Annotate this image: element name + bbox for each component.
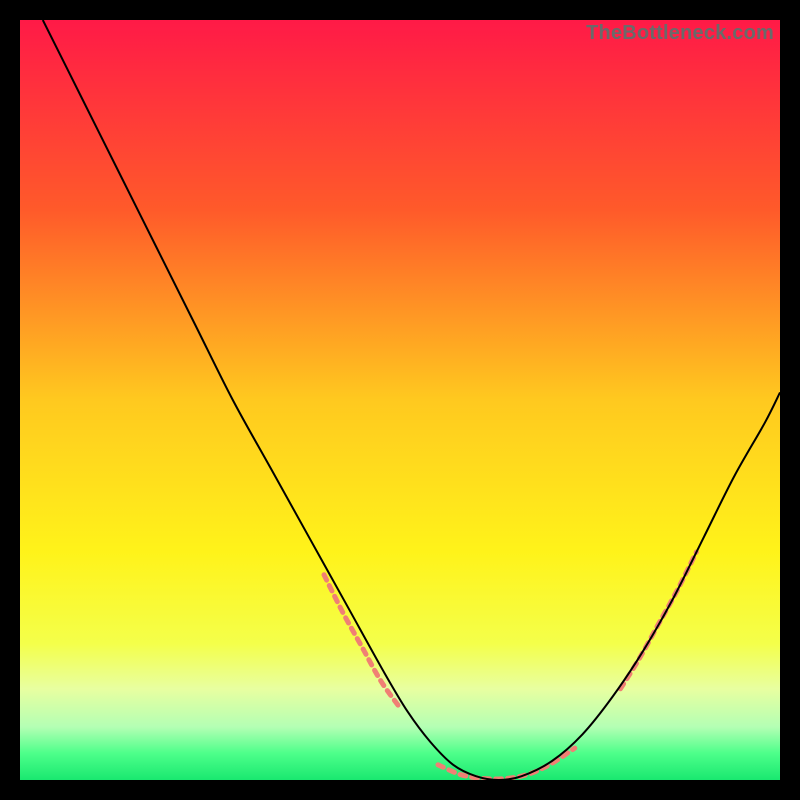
gradient-background	[20, 20, 780, 780]
chart-frame: TheBottleneck.com	[20, 20, 780, 780]
chart-svg	[20, 20, 780, 780]
watermark-text: TheBottleneck.com	[586, 22, 774, 45]
